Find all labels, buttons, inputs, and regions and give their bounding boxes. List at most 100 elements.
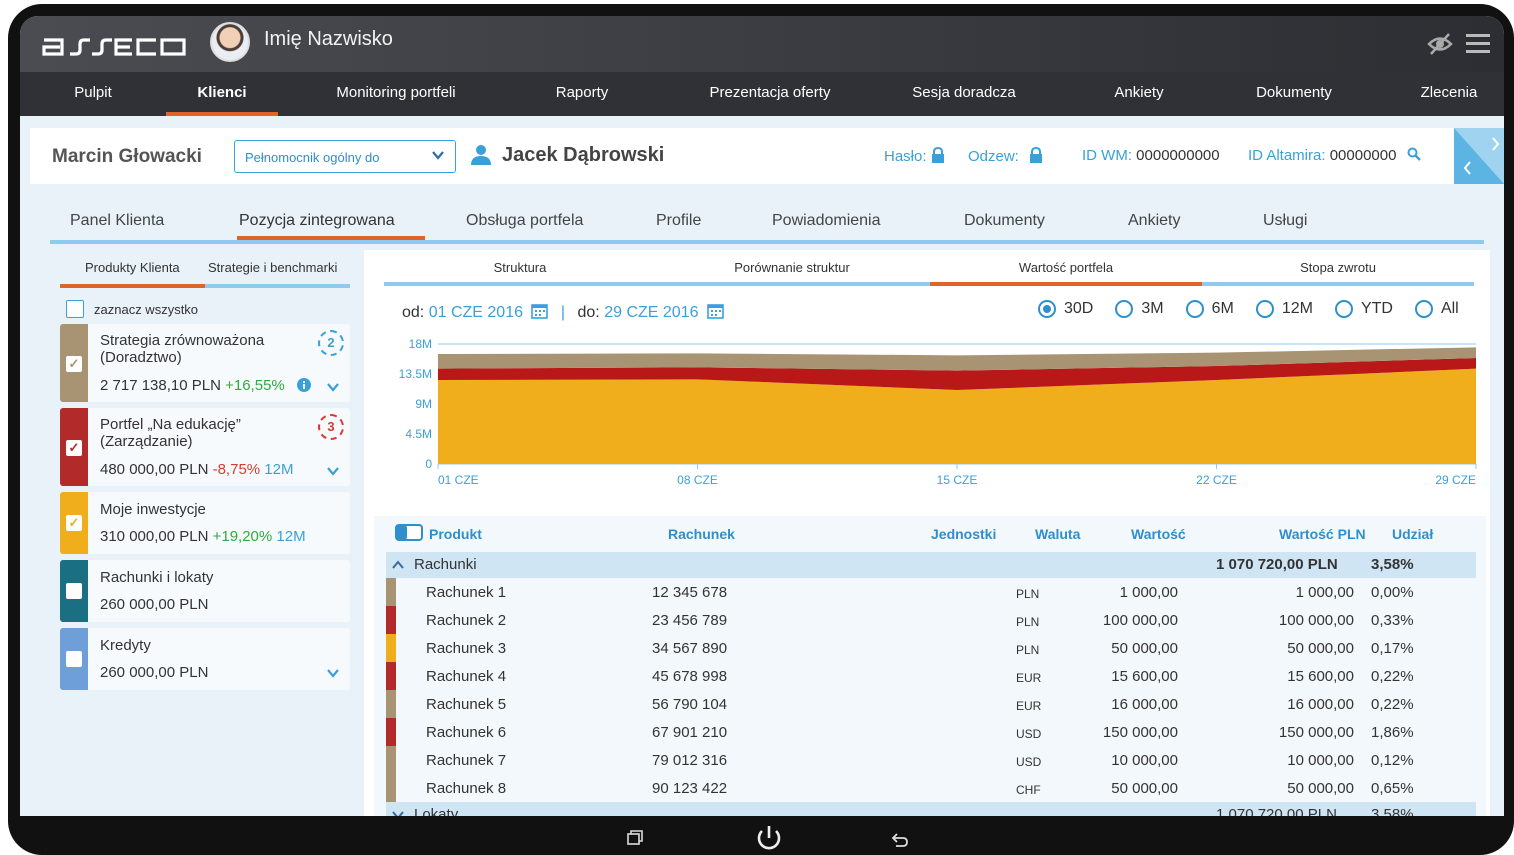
- col-udzial[interactable]: Udział: [1392, 526, 1433, 542]
- product-change: +19,20%: [212, 528, 273, 545]
- table-row[interactable]: Rachunek 2 23 456 789 PLN 100 000,00 100 000…: [386, 606, 1476, 634]
- product-card[interactable]: Kredyty 260 000,00 PLN: [60, 628, 350, 690]
- table-row[interactable]: Rachunek 4 45 678 998 EUR 15 600,00 15 600,0…: [386, 662, 1476, 690]
- top-bar: Imię Nazwisko: [20, 16, 1504, 72]
- period-30d[interactable]: 30D: [1038, 300, 1093, 318]
- tab-uslugi[interactable]: Usługi: [1263, 212, 1307, 230]
- tab-produkty-klienta[interactable]: Produkty Klienta: [85, 260, 180, 275]
- period-ytd[interactable]: YTD: [1334, 300, 1393, 318]
- product-checkbox[interactable]: [66, 583, 82, 599]
- search-icon[interactable]: [1407, 147, 1421, 161]
- nav-item-ankiety[interactable]: Ankiety: [1084, 72, 1194, 116]
- cell-currency: EUR: [1016, 699, 1042, 713]
- recent-apps-icon[interactable]: [627, 830, 643, 845]
- product-checkbox[interactable]: ✓: [66, 356, 82, 372]
- product-card[interactable]: ✓ Strategia zrównoważona (Doradztwo) 2 2 …: [60, 324, 350, 402]
- col-jednostki[interactable]: Jednostki: [931, 526, 996, 542]
- nav-item-raporty[interactable]: Raporty: [512, 72, 652, 116]
- power-icon[interactable]: [757, 826, 781, 850]
- x-tick-label: 29 CZE: [1435, 473, 1476, 487]
- tab-porownanie-struktur[interactable]: Porównanie struktur: [656, 260, 928, 275]
- col-waluta[interactable]: Waluta: [1035, 526, 1080, 542]
- table-row[interactable]: Rachunek 8 90 123 422 CHF 50 000,00 50 000,0…: [386, 774, 1476, 802]
- chevron-down-icon[interactable]: [326, 464, 340, 478]
- calendar-icon[interactable]: [707, 302, 724, 319]
- cell-product: Rachunek 8: [426, 780, 507, 797]
- nav-item-klienci[interactable]: Klienci: [166, 72, 278, 116]
- cell-value-pln: 15 600,00: [1287, 668, 1354, 685]
- cell-currency: PLN: [1016, 643, 1040, 657]
- nav-item-pulpit[interactable]: Pulpit: [20, 72, 166, 116]
- chevron-down-icon[interactable]: [326, 666, 340, 680]
- col-wartosc-pln[interactable]: Wartość PLN: [1279, 526, 1366, 542]
- table-row[interactable]: Rachunek 7 79 012 316 USD 10 000,00 10 000,0…: [386, 746, 1476, 774]
- user-name[interactable]: Imię Nazwisko: [264, 28, 393, 51]
- back-icon[interactable]: [891, 833, 908, 847]
- radio-selected[interactable]: [1038, 300, 1056, 318]
- period-6m[interactable]: 6M: [1185, 300, 1234, 318]
- tab-dokumenty[interactable]: Dokumenty: [964, 212, 1045, 230]
- odzew-field[interactable]: Odzew:: [968, 147, 1043, 165]
- radio[interactable]: [1334, 300, 1353, 318]
- table-row[interactable]: Rachunek 6 67 901 210 USD 150 000,00 150 000…: [386, 718, 1476, 746]
- radio[interactable]: [1255, 300, 1274, 318]
- table-row[interactable]: Rachunek 1 12 345 678 PLN 1 000,00 1 000,00 0…: [386, 578, 1476, 606]
- nav-item-monitoring[interactable]: Monitoring portfeli: [318, 72, 474, 116]
- product-card[interactable]: ✓ Portfel „Na edukację” (Zarządzanie) 3 4…: [60, 408, 350, 486]
- client-bar: Marcin Głowacki Pełnomocnik ogólny do Ja…: [30, 128, 1486, 184]
- col-produkt[interactable]: Produkt: [429, 526, 482, 542]
- tab-strategie[interactable]: Strategie i benchmarki: [208, 260, 337, 275]
- radio[interactable]: [1185, 300, 1204, 318]
- tab-wartosc-portfela[interactable]: Wartość portfela: [930, 260, 1202, 275]
- proxy-select[interactable]: Pełnomocnik ogólny do: [234, 140, 456, 173]
- panel-toggle[interactable]: [1454, 128, 1504, 184]
- col-wartosc[interactable]: Wartość: [1131, 526, 1186, 542]
- from-date[interactable]: 01 CZE 2016: [429, 304, 523, 321]
- info-icon[interactable]: [296, 378, 311, 392]
- haslo-field[interactable]: Hasło:: [884, 147, 945, 165]
- nav-item-dokumenty[interactable]: Dokumenty: [1234, 72, 1354, 116]
- product-checkbox[interactable]: [66, 651, 82, 667]
- radio[interactable]: [1115, 300, 1134, 318]
- to-date[interactable]: 29 CZE 2016: [604, 304, 698, 321]
- period-12m[interactable]: 12M: [1255, 300, 1313, 318]
- tab-profile[interactable]: Profile: [656, 212, 701, 230]
- cell-currency: USD: [1016, 727, 1042, 741]
- calendar-icon[interactable]: [531, 302, 549, 319]
- toggle-icon[interactable]: [395, 524, 423, 541]
- tab-pozycja-zintegrowana[interactable]: Pozycja zintegrowana: [239, 212, 395, 230]
- tab-struktura[interactable]: Struktura: [384, 260, 656, 275]
- user-avatar[interactable]: [210, 22, 250, 62]
- table-row[interactable]: Rachunek 5 56 790 104 EUR 16 000,00 16 000,0…: [386, 690, 1476, 718]
- cell-share: 0,65%: [1371, 780, 1414, 797]
- select-all-checkbox[interactable]: [66, 300, 84, 318]
- product-title: Kredyty: [100, 637, 151, 654]
- tab-powiadomienia[interactable]: Powiadomienia: [772, 212, 881, 230]
- chevron-down-icon[interactable]: [326, 380, 340, 394]
- tab-ankiety[interactable]: Ankiety: [1128, 212, 1180, 230]
- period-3m[interactable]: 3M: [1115, 300, 1164, 318]
- chevron-up-icon: [392, 560, 404, 569]
- hide-eye-icon[interactable]: [1426, 30, 1454, 58]
- group-row-rachunki[interactable]: Rachunki 1 070 720,00 PLN 3,58%: [386, 552, 1476, 578]
- x-tick-label: 08 CZE: [677, 473, 718, 487]
- tab-stopa-zwrotu[interactable]: Stopa zwrotu: [1202, 260, 1474, 275]
- group-row-lokaty[interactable]: Lokaty 1 070 720,00 PLN 3,58%: [386, 802, 1476, 816]
- period-all[interactable]: All: [1414, 300, 1459, 318]
- product-checkbox[interactable]: ✓: [66, 515, 82, 531]
- cell-value: 16 000,00: [1111, 696, 1178, 713]
- nav-item-prezentacja[interactable]: Prezentacja oferty: [690, 72, 850, 116]
- product-card[interactable]: ✓ Moje inwestycje 310 000,00 PLN +19,20%…: [60, 492, 350, 554]
- radio[interactable]: [1414, 300, 1433, 318]
- select-all[interactable]: zaznacz wszystko: [66, 300, 198, 318]
- product-card[interactable]: Rachunki i lokaty 260 000,00 PLN: [60, 560, 350, 622]
- col-rachunek[interactable]: Rachunek: [668, 526, 735, 542]
- x-tick-label: 01 CZE: [438, 473, 479, 487]
- nav-item-zlecenia[interactable]: Zlecenia: [1394, 72, 1504, 116]
- tab-obsluga-portfela[interactable]: Obsługa portfela: [466, 212, 583, 230]
- table-row[interactable]: Rachunek 3 34 567 890 PLN 50 000,00 50 000,0…: [386, 634, 1476, 662]
- hamburger-menu-icon[interactable]: [1464, 30, 1492, 58]
- product-checkbox[interactable]: ✓: [66, 440, 82, 456]
- tab-panel-klienta[interactable]: Panel Klienta: [70, 212, 164, 230]
- nav-item-sesja[interactable]: Sesja doradcza: [894, 72, 1034, 116]
